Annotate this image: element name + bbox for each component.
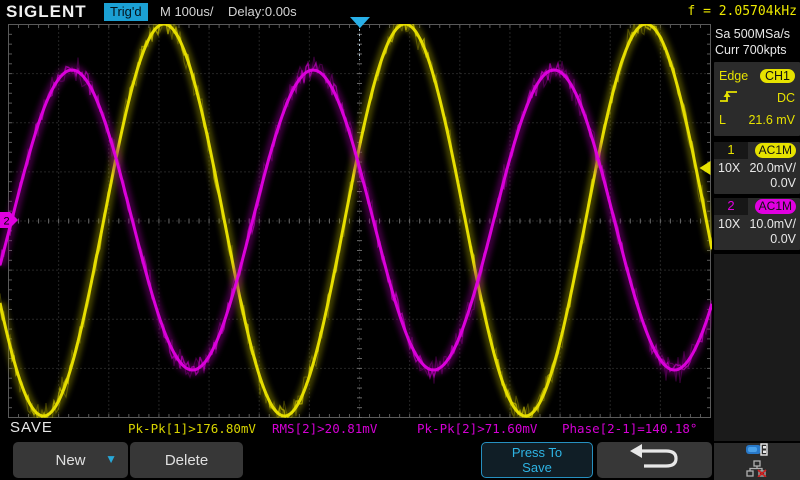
trigger-level-label: L: [719, 113, 726, 127]
delete-button[interactable]: Delete: [130, 442, 243, 478]
measurement-phase: Phase[2-1]=140.18°: [562, 421, 698, 436]
status-icons-panel: [714, 443, 800, 480]
measurement-pkpk-ch1: Pk-Pk[1]>176.80mV: [128, 421, 256, 436]
return-arrow-icon: [626, 442, 684, 478]
delete-button-label: Delete: [164, 451, 209, 469]
channel-1-scale: 20.0mV/: [749, 161, 796, 175]
press-to-save-line1: Press To: [511, 445, 563, 460]
oscilloscope-screen: SIGLENT Trig'd M 100us/ Delay:0.00s f = …: [0, 0, 800, 480]
trigger-coupling-label: DC: [776, 91, 795, 105]
page-title: SAVE: [10, 419, 53, 436]
top-status-bar: SIGLENT Trig'd M 100us/ Delay:0.00s f = …: [0, 0, 800, 24]
memory-depth-label: Curr 700kpts: [715, 43, 787, 57]
trigger-info-panel[interactable]: Edge CH1 DC L 21.6 mV: [714, 62, 800, 136]
trigger-status-badge: Trig'd: [104, 3, 148, 21]
delay-readout[interactable]: Delay:0.00s: [228, 4, 297, 19]
channel-1-offset: 0.0V: [770, 176, 796, 190]
frequency-counter-readout: f = 2.05704kHz: [687, 4, 797, 19]
channel-1-probe: 10X: [718, 161, 741, 175]
trigger-position-marker-icon[interactable]: [350, 17, 370, 28]
new-button-label: New: [55, 451, 86, 469]
usb-device-icon: [745, 443, 769, 459]
measurement-rms-ch2: RMS[2]>20.81mV: [272, 421, 378, 436]
channel-2-panel[interactable]: 2 AC1M 10X 10.0mV/ 0.0V: [714, 198, 800, 250]
trigger-level-value: 21.6 mV: [748, 113, 795, 127]
channel-2-probe: 10X: [718, 217, 741, 231]
sidebar: Sa 500MSa/s Curr 700kpts Edge CH1 DC L 2…: [712, 24, 800, 480]
svg-text:2: 2: [4, 216, 10, 228]
rising-edge-icon: [719, 89, 739, 107]
siglent-logo: SIGLENT: [6, 2, 87, 21]
channel-2-number[interactable]: 2: [714, 198, 748, 215]
acquisition-info: Sa 500MSa/s Curr 700kpts: [712, 24, 800, 60]
waveform-display[interactable]: 2: [0, 24, 712, 418]
sample-rate-label: Sa 500MSa/s: [715, 27, 791, 41]
sidebar-menu-area: [714, 254, 800, 441]
lan-disconnected-icon: [746, 460, 768, 480]
channel-1-coupling-badge[interactable]: AC1M: [754, 143, 796, 158]
back-button[interactable]: [597, 442, 712, 478]
channel-1-number[interactable]: 1: [714, 142, 748, 159]
trigger-source-badge[interactable]: CH1: [759, 69, 795, 83]
channel-1-panel[interactable]: 1 AC1M 10X 20.0mV/ 0.0V: [714, 142, 800, 194]
press-to-save-line2: Save: [522, 460, 552, 475]
new-button[interactable]: New ▼: [13, 442, 128, 478]
trigger-type-label: Edge: [719, 69, 749, 83]
channel-2-offset: 0.0V: [770, 232, 796, 246]
channel-2-coupling-badge[interactable]: AC1M: [754, 199, 796, 214]
timebase-readout[interactable]: M 100us/: [160, 4, 213, 19]
press-to-save-button[interactable]: Press To Save: [481, 442, 593, 478]
channel-2-scale: 10.0mV/: [749, 217, 796, 231]
measurement-pkpk-ch2: Pk-Pk[2]>71.60mV: [417, 421, 538, 436]
chevron-down-icon: ▼: [105, 452, 117, 466]
